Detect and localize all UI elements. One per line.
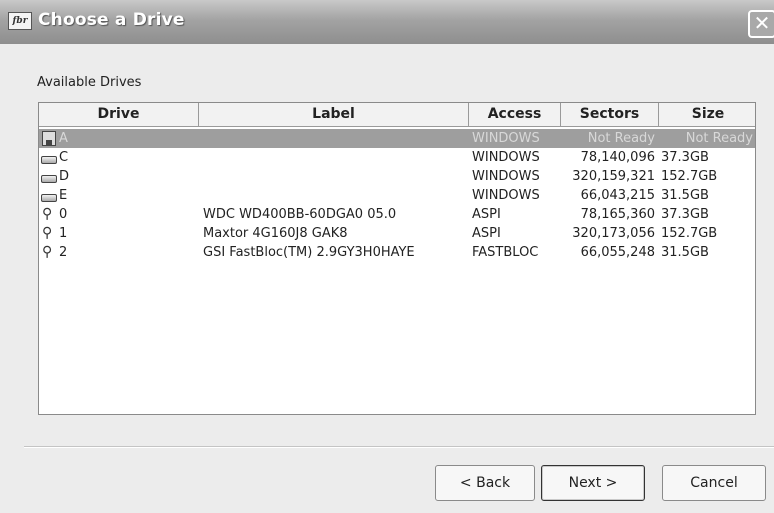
size-cell: Not Ready bbox=[685, 131, 753, 146]
access-cell: FASTBLOC bbox=[472, 245, 539, 260]
back-button[interactable]: < Back bbox=[435, 465, 535, 501]
size-cell: 31.5GB bbox=[661, 188, 709, 203]
cancel-button[interactable]: Cancel bbox=[662, 465, 766, 501]
physical-drive-icon: ⚲ bbox=[42, 225, 53, 241]
drive-cell: D bbox=[59, 169, 70, 184]
table-row[interactable]: D WINDOWS 320,159,321 152.7GB bbox=[39, 167, 755, 186]
next-button[interactable]: Next > bbox=[541, 465, 645, 501]
drive-rows: A WINDOWS Not Ready Not Ready C WINDOWS 78,140… bbox=[39, 129, 755, 262]
list-header: Drive Label Access Sectors Size bbox=[39, 103, 755, 127]
column-header-size[interactable]: Size bbox=[659, 103, 755, 126]
floppy-drive-icon bbox=[41, 130, 57, 147]
hard-drive-icon bbox=[41, 187, 57, 204]
hard-drive-icon bbox=[41, 149, 57, 166]
separator bbox=[24, 446, 774, 448]
drive-cell: 0 bbox=[59, 207, 68, 222]
physical-drive-icon: ⚲ bbox=[42, 206, 53, 222]
drives-list[interactable]: Drive Label Access Sectors Size A WINDOWS… bbox=[38, 102, 756, 415]
hard-drive-icon bbox=[41, 168, 57, 185]
drive-cell: 2 bbox=[59, 245, 68, 260]
drive-cell: E bbox=[59, 188, 68, 203]
sectors-cell: 320,159,321 bbox=[572, 169, 655, 184]
size-cell: 37.3GB bbox=[661, 207, 709, 222]
physical-drive-icon: ⚲ bbox=[42, 244, 53, 260]
access-cell: WINDOWS bbox=[472, 150, 540, 165]
access-cell: WINDOWS bbox=[472, 169, 540, 184]
access-cell: ASPI bbox=[472, 207, 501, 222]
table-row[interactable]: ⚲ 1 Maxtor 4G160J8 GAK8 ASPI 320,173,056 152.… bbox=[39, 224, 755, 243]
title-bar[interactable]: fbr Choose a Drive ✕ bbox=[0, 0, 774, 44]
size-cell: 152.7GB bbox=[661, 169, 718, 184]
access-cell: WINDOWS bbox=[472, 188, 540, 203]
column-header-sectors[interactable]: Sectors bbox=[561, 103, 659, 126]
sectors-cell: 66,055,248 bbox=[580, 245, 655, 260]
label-cell: WDC WD400BB-60DGA0 05.0 bbox=[203, 207, 397, 222]
sectors-cell: 78,165,360 bbox=[580, 207, 655, 222]
column-header-label[interactable]: Label bbox=[199, 103, 469, 126]
table-row[interactable]: E WINDOWS 66,043,215 31.5GB bbox=[39, 186, 755, 205]
choose-drive-dialog: fbr Choose a Drive ✕ Available Drives Dr… bbox=[0, 0, 774, 513]
label-cell: Maxtor 4G160J8 GAK8 bbox=[203, 226, 348, 241]
drive-cell: 1 bbox=[59, 226, 68, 241]
size-cell: 37.3GB bbox=[661, 150, 709, 165]
table-row[interactable]: ⚲ 2 GSI FastBloc(TM) 2.9GY3H0HAYE FASTBLOC 6… bbox=[39, 243, 755, 262]
table-row[interactable]: A WINDOWS Not Ready Not Ready bbox=[39, 129, 755, 148]
window-title: Choose a Drive bbox=[38, 10, 185, 30]
column-header-drive[interactable]: Drive bbox=[39, 103, 199, 126]
close-button[interactable]: ✕ bbox=[748, 10, 774, 38]
sectors-cell: 66,043,215 bbox=[580, 188, 655, 203]
column-header-access[interactable]: Access bbox=[469, 103, 561, 126]
table-row[interactable]: ⚲ 0 WDC WD400BB-60DGA0 05.0 ASPI 78,165,360 3… bbox=[39, 205, 755, 224]
table-row[interactable]: C WINDOWS 78,140,096 37.3GB bbox=[39, 148, 755, 167]
drive-cell: A bbox=[59, 131, 68, 146]
access-cell: ASPI bbox=[472, 226, 501, 241]
drive-cell: C bbox=[59, 150, 69, 165]
label-cell: GSI FastBloc(TM) 2.9GY3H0HAYE bbox=[203, 245, 415, 260]
access-cell: WINDOWS bbox=[472, 131, 540, 146]
available-drives-label: Available Drives bbox=[37, 75, 142, 90]
app-icon: fbr bbox=[8, 12, 32, 30]
sectors-cell: Not Ready bbox=[587, 131, 655, 146]
size-cell: 152.7GB bbox=[661, 226, 718, 241]
sectors-cell: 320,173,056 bbox=[572, 226, 655, 241]
sectors-cell: 78,140,096 bbox=[580, 150, 655, 165]
size-cell: 31.5GB bbox=[661, 245, 709, 260]
